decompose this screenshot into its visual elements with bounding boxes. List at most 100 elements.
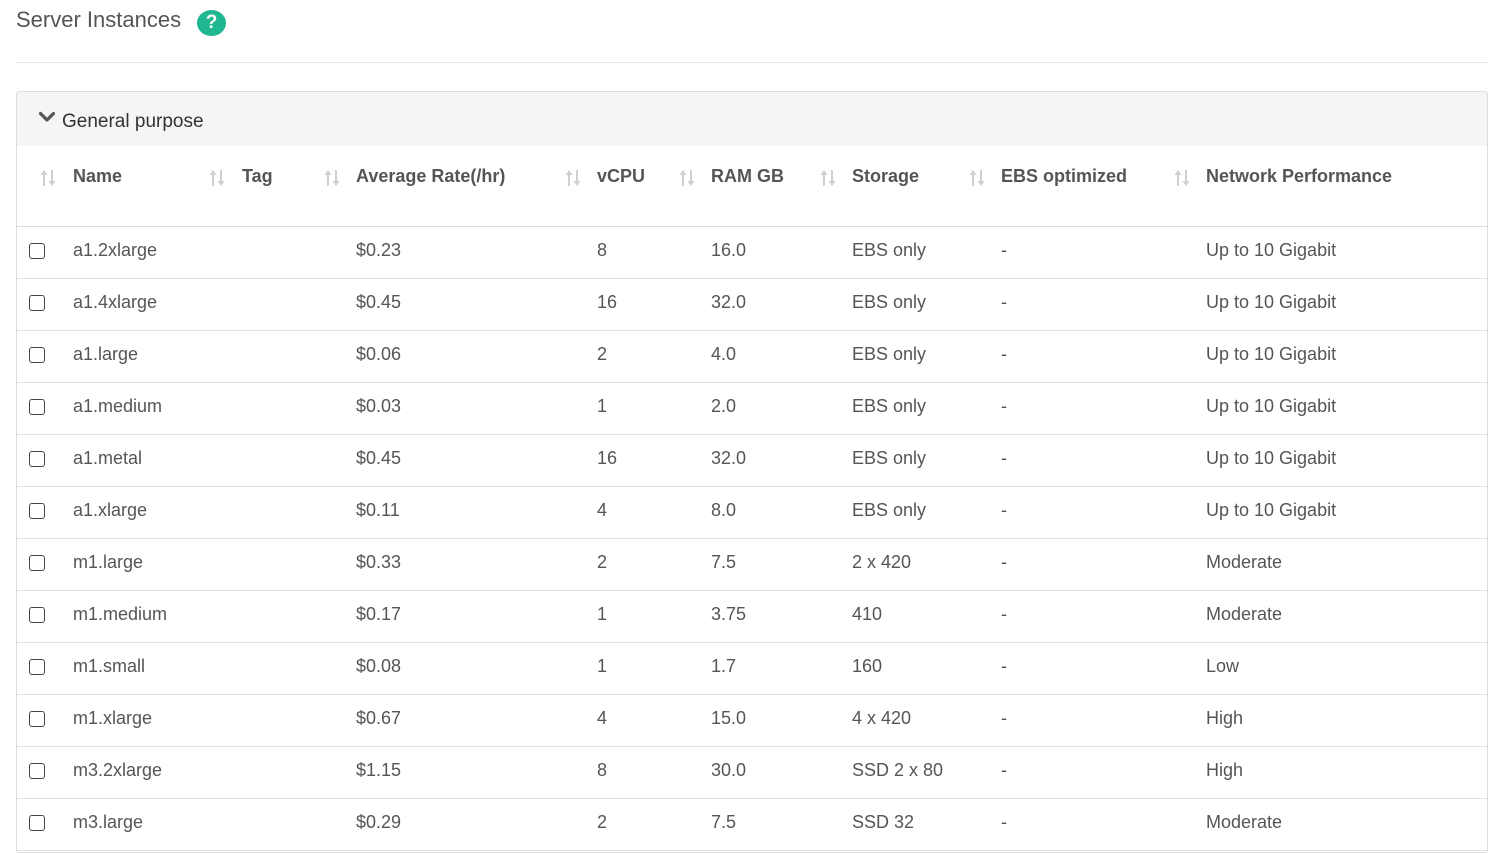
cell-name: m1.large xyxy=(73,552,144,572)
sort-icon[interactable] xyxy=(1173,167,1191,189)
panel-heading[interactable]: General purpose xyxy=(17,92,1487,146)
cell-rate: $0.03 xyxy=(356,396,402,416)
table-row[interactable]: a1.2xlarge $0.23 8 16.0 EBS only - Up to 10 Gi… xyxy=(17,227,1487,279)
cell-ebs: - xyxy=(1001,760,1007,780)
cell-name: m1.small xyxy=(73,656,146,676)
cell-ram: 3.75 xyxy=(711,604,747,624)
cell-storage: EBS only xyxy=(852,448,927,468)
cell-name: m3.large xyxy=(73,812,144,832)
cell-storage: 160 xyxy=(852,656,883,676)
table-row[interactable]: m1.medium $0.17 1 3.75 410 - Moderate xyxy=(17,591,1487,643)
table-row[interactable]: a1.4xlarge $0.45 16 32.0 EBS only - Up to 10 G… xyxy=(17,279,1487,331)
cell-ram: 15.0 xyxy=(711,708,747,728)
cell-rate: $1.15 xyxy=(356,760,402,780)
cell-vcpu: 16 xyxy=(597,292,618,312)
cell-rate: $0.45 xyxy=(356,292,402,312)
cell-vcpu: 1 xyxy=(597,396,608,416)
column-header-ebs[interactable]: EBS optimized xyxy=(1001,166,1127,187)
page-title: Server Instances xyxy=(16,7,182,32)
cell-name: a1.xlarge xyxy=(73,500,148,520)
cell-storage: 410 xyxy=(852,604,883,624)
cell-storage: EBS only xyxy=(852,240,927,260)
row-checkbox[interactable] xyxy=(29,711,45,727)
sort-icon[interactable] xyxy=(819,167,837,189)
cell-name: a1.large xyxy=(73,344,139,364)
cell-rate: $0.67 xyxy=(356,708,402,728)
row-checkbox[interactable] xyxy=(29,347,45,363)
cell-storage: EBS only xyxy=(852,292,927,312)
row-checkbox[interactable] xyxy=(29,659,45,675)
row-checkbox[interactable] xyxy=(29,399,45,415)
column-header-ram[interactable]: RAM GB xyxy=(711,166,784,187)
table-header: Name Tag Average Rate(/hr) vCPU RAM GB Storag… xyxy=(17,146,1487,227)
cell-storage: 4 x 420 xyxy=(852,708,912,728)
table-row[interactable]: m1.xlarge $0.67 4 15.0 4 x 420 - High xyxy=(17,695,1487,747)
question-circle-icon[interactable]: ? xyxy=(197,10,226,36)
cell-ram: 7.5 xyxy=(711,812,737,832)
cell-rate: $0.06 xyxy=(356,344,402,364)
table-row[interactable]: a1.xlarge $0.11 4 8.0 EBS only - Up to 10 Giga… xyxy=(17,487,1487,539)
table-row[interactable]: m3.large $0.29 2 7.5 SSD 32 - Moderate xyxy=(17,799,1487,851)
cell-ram: 16.0 xyxy=(711,240,747,260)
cell-ebs: - xyxy=(1001,812,1007,832)
table-row[interactable]: m1.small $0.08 1 1.7 160 - Low xyxy=(17,643,1487,695)
cell-ebs: - xyxy=(1001,708,1007,728)
column-header-vcpu[interactable]: vCPU xyxy=(597,166,645,187)
sort-icon[interactable] xyxy=(39,167,57,189)
cell-network: Up to 10 Gigabit xyxy=(1206,344,1337,364)
cell-rate: $0.29 xyxy=(356,812,402,832)
cell-ebs: - xyxy=(1001,552,1007,572)
sort-icon[interactable] xyxy=(968,167,986,189)
cell-network: Up to 10 Gigabit xyxy=(1206,240,1337,260)
cell-storage: SSD 2 x 80 xyxy=(852,760,944,780)
cell-network: Moderate xyxy=(1206,552,1283,572)
sort-icon[interactable] xyxy=(678,167,696,189)
cell-ebs: - xyxy=(1001,500,1007,520)
table-row[interactable]: m3.2xlarge $1.15 8 30.0 SSD 2 x 80 - High xyxy=(17,747,1487,799)
row-checkbox[interactable] xyxy=(29,555,45,571)
chevron-down-icon[interactable] xyxy=(39,110,55,124)
sort-icon[interactable] xyxy=(323,167,341,189)
row-checkbox[interactable] xyxy=(29,763,45,779)
table-row[interactable]: a1.medium $0.03 1 2.0 EBS only - Up to 10 Giga… xyxy=(17,383,1487,435)
cell-storage: EBS only xyxy=(852,344,927,364)
cell-network: Up to 10 Gigabit xyxy=(1206,448,1337,468)
cell-storage: 2 x 420 xyxy=(852,552,912,572)
column-header-name[interactable]: Name xyxy=(73,166,122,187)
cell-vcpu: 2 xyxy=(597,344,608,364)
cell-network: High xyxy=(1206,708,1244,728)
row-checkbox[interactable] xyxy=(29,243,45,259)
cell-ram: 30.0 xyxy=(711,760,747,780)
row-checkbox[interactable] xyxy=(29,815,45,831)
sort-icon[interactable] xyxy=(564,167,582,189)
cell-network: Low xyxy=(1206,656,1240,676)
cell-ram: 32.0 xyxy=(711,448,747,468)
cell-network: Up to 10 Gigabit xyxy=(1206,396,1337,416)
cell-ram: 8.0 xyxy=(711,500,737,520)
column-header-storage[interactable]: Storage xyxy=(852,166,919,187)
row-checkbox[interactable] xyxy=(29,451,45,467)
cell-network: Moderate xyxy=(1206,604,1283,624)
cell-ram: 2.0 xyxy=(711,396,737,416)
column-header-tag[interactable]: Tag xyxy=(242,166,273,187)
cell-vcpu: 2 xyxy=(597,812,608,832)
row-checkbox[interactable] xyxy=(29,607,45,623)
cell-rate: $0.17 xyxy=(356,604,402,624)
panel-title: General purpose xyxy=(62,111,204,132)
row-checkbox[interactable] xyxy=(29,295,45,311)
sort-icon[interactable] xyxy=(208,167,226,189)
table-row[interactable]: a1.large $0.06 2 4.0 EBS only - Up to 10 Gigab… xyxy=(17,331,1487,383)
column-header-rate[interactable]: Average Rate(/hr) xyxy=(356,166,505,187)
cell-rate: $0.08 xyxy=(356,656,402,676)
cell-name: m3.2xlarge xyxy=(73,760,163,780)
cell-ebs: - xyxy=(1001,344,1007,364)
table-row[interactable]: a1.metal $0.45 16 32.0 EBS only - Up to 10 Gig… xyxy=(17,435,1487,487)
column-header-network[interactable]: Network Performance xyxy=(1206,166,1392,187)
table-row[interactable]: m1.large $0.33 2 7.5 2 x 420 - Moderate xyxy=(17,539,1487,591)
cell-name: a1.medium xyxy=(73,396,163,416)
cell-storage: EBS only xyxy=(852,396,927,416)
row-checkbox[interactable] xyxy=(29,503,45,519)
cell-ebs: - xyxy=(1001,604,1007,624)
cell-vcpu: 1 xyxy=(597,656,608,676)
cell-ebs: - xyxy=(1001,396,1007,416)
